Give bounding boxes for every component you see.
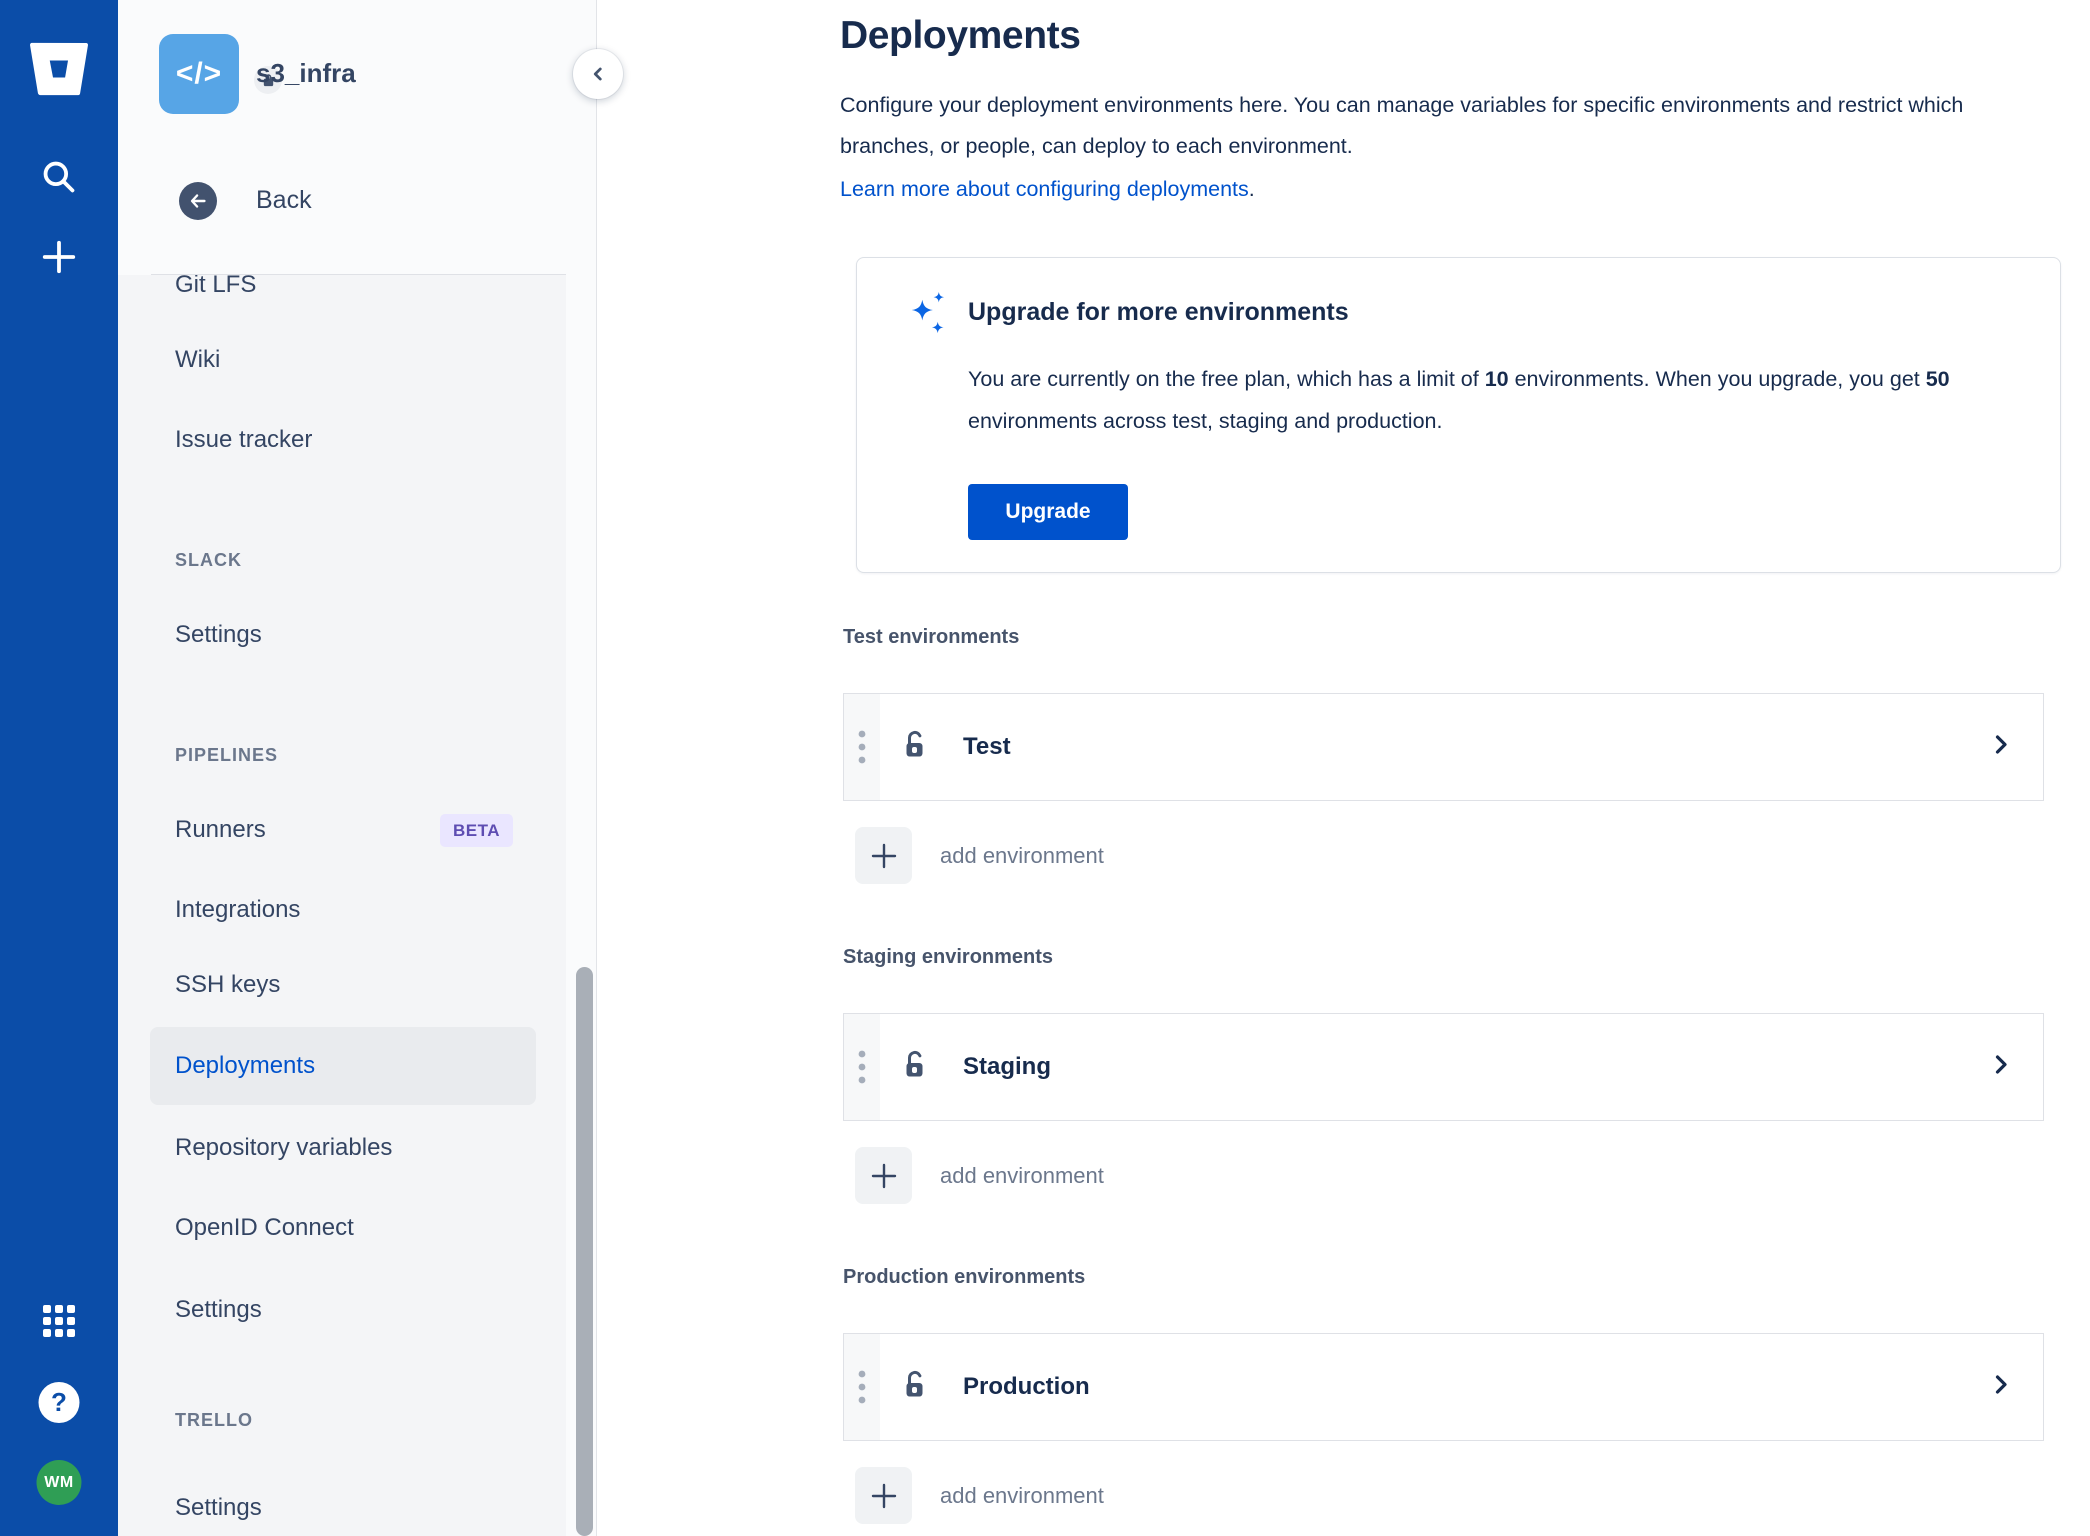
page-description: Configure your deployment environments h… [840, 93, 1964, 158]
sidebar-header: </> s3_infra Back [118, 0, 596, 275]
environment-row-production[interactable]: Production [843, 1333, 2044, 1441]
sidebar-item-settings[interactable]: Settings [175, 1493, 262, 1523]
sidebar-section-header-trello: TRELLO [175, 1410, 253, 1430]
test-environments-section: Test environments Test add environment [843, 626, 2044, 896]
add-environment-button-production[interactable]: add environment [855, 1467, 1104, 1524]
chevron-right-icon[interactable] [1989, 1373, 2013, 1402]
production-environments-section: Production environments Production add env… [843, 1266, 2044, 1536]
unlocked-icon [899, 1368, 932, 1406]
sidebar-item-openid-connect[interactable]: OpenID Connect [175, 1213, 354, 1243]
sidebar-divider [151, 274, 566, 275]
repo-name: s3_infra [256, 58, 356, 88]
plus-icon [855, 1147, 912, 1204]
learn-more-link[interactable]: Learn more about configuring deployments… [840, 177, 1255, 202]
add-environment-label: add environment [940, 1482, 1104, 1508]
chevron-left-icon [593, 67, 602, 81]
plus-icon [855, 827, 912, 884]
environment-limit-value: 50 [1925, 367, 1950, 391]
drag-handle-icon[interactable] [844, 1334, 880, 1440]
help-icon[interactable]: ? [38, 1382, 80, 1423]
learn-more-period: . [1248, 177, 1255, 201]
section-label: Staging environments [843, 946, 1054, 968]
bitbucket-logo[interactable] [29, 40, 89, 98]
environment-name: Production [963, 1373, 1090, 1400]
add-environment-button-test[interactable]: add environment [855, 827, 1104, 884]
add-environment-button-staging[interactable]: add environment [855, 1147, 1104, 1204]
arrow-left-icon [190, 194, 206, 208]
add-environment-label: add environment [940, 1162, 1104, 1188]
sidebar-item-repository-variables[interactable]: Repository variables [175, 1133, 392, 1163]
environment-limit-value: 10 [1484, 367, 1509, 391]
sidebar-item-settings[interactable]: Settings [175, 1295, 262, 1325]
repo-avatar[interactable]: </> [159, 34, 282, 114]
app-switcher-icon[interactable] [42, 1304, 76, 1338]
sidebar-item-issue-tracker[interactable]: Issue tracker [175, 425, 312, 455]
chevron-right-icon[interactable] [1989, 1053, 2013, 1082]
plus-icon [855, 1467, 912, 1524]
sidebar-section-header-slack: SLACK [175, 550, 242, 570]
drag-handle-icon[interactable] [844, 694, 880, 800]
upgrade-body-text: environments across test, staging and pr… [968, 409, 1443, 433]
back-label[interactable]: Back [256, 186, 312, 215]
environment-name: Test [963, 733, 1011, 760]
sidebar-item-integrations[interactable]: Integrations [175, 895, 300, 925]
drag-handle-icon[interactable] [844, 1014, 880, 1120]
upgrade-body-text: environments. When you upgrade, you get [1508, 367, 1926, 391]
sparkle-icon [911, 292, 949, 341]
upgrade-card-title: Upgrade for more environments [968, 298, 1349, 326]
page-title: Deployments [840, 14, 1081, 57]
add-environment-label: add environment [940, 842, 1104, 868]
sidebar-item-deployments[interactable]: Deployments [150, 1027, 536, 1105]
sidebar-scrollbar[interactable] [576, 967, 593, 1536]
create-plus-icon[interactable] [40, 238, 78, 276]
code-icon: </> [175, 57, 223, 90]
sidebar-item-ssh-keys[interactable]: SSH keys [175, 970, 280, 1000]
unlocked-icon [899, 1048, 932, 1086]
beta-badge: BETA [440, 814, 513, 847]
upgrade-button[interactable]: Upgrade [968, 484, 1128, 540]
unlocked-icon [899, 728, 932, 766]
environment-name: Staging [963, 1053, 1051, 1080]
sidebar-section-header-pipelines: PIPELINES [175, 745, 279, 765]
bitbucket-logo-icon [29, 42, 89, 96]
sidebar-collapse-button[interactable] [573, 49, 623, 99]
section-label: Production environments [843, 1266, 1086, 1288]
sidebar-item-settings[interactable]: Settings [175, 620, 262, 650]
upgrade-body-text: You are currently on the free plan, whic… [968, 367, 1485, 391]
user-avatar[interactable]: WM [36, 1460, 82, 1505]
sidebar-item-wiki[interactable]: Wiki [175, 345, 220, 375]
chevron-right-icon[interactable] [1989, 733, 2013, 762]
staging-environments-section: Staging environments Staging add environme… [843, 946, 2044, 1216]
search-icon[interactable] [40, 158, 78, 196]
back-button[interactable] [179, 182, 217, 220]
global-nav-rail: ? WM [0, 0, 118, 1536]
sidebar-item-runners[interactable]: Runners [175, 815, 266, 845]
environment-row-staging[interactable]: Staging [843, 1013, 2044, 1121]
upgrade-card-body: You are currently on the free plan, whic… [968, 358, 1988, 442]
section-label: Test environments [843, 626, 1020, 648]
upgrade-card: Upgrade for more environments You are cu… [856, 257, 2061, 573]
main-content: Deployments Configure your deployment en… [598, 0, 2090, 1536]
repo-settings-sidebar: Git LFS Wiki Issue tracker SLACK Settings PIP… [118, 0, 597, 1536]
environment-row-test[interactable]: Test [843, 693, 2044, 801]
